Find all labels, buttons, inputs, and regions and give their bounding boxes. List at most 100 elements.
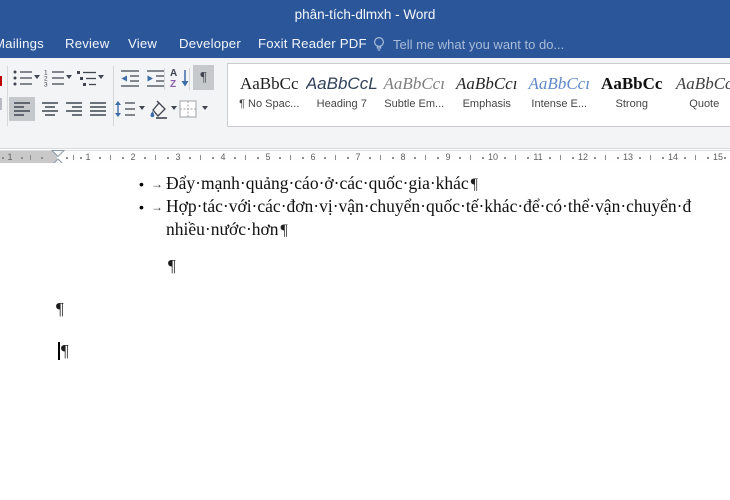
numbering-button[interactable]: 1 2 3 [44, 68, 66, 93]
align-left-button[interactable] [9, 97, 35, 121]
ruler-tick [347, 157, 349, 159]
style-item-strong[interactable]: AaBbCcStrong [596, 64, 669, 124]
ruler-number: 7 [352, 152, 364, 162]
tab-mark: → [151, 200, 163, 214]
ruler-tick [724, 157, 726, 159]
multilevel-dropdown[interactable] [98, 75, 104, 79]
style-item-subtle-em[interactable]: AaBbCcıSubtle Em... [378, 64, 451, 124]
ruler-number: 6 [307, 152, 319, 162]
ruler-tick [200, 155, 201, 160]
ruler-tick [335, 155, 336, 160]
decrease-indent-icon [119, 68, 141, 88]
bullet-marker: • [139, 176, 144, 192]
ruler-tick [650, 155, 651, 160]
horizontal-ruler: 1123456789101112131415 [0, 150, 730, 164]
shading-dropdown[interactable] [171, 106, 177, 110]
ruler-tick [99, 157, 101, 159]
align-right-icon [64, 100, 84, 118]
svg-text:3: 3 [44, 82, 48, 89]
ruler-tick [257, 157, 259, 159]
ruler-tick [155, 155, 156, 160]
style-item-emphasis[interactable]: AaBbCcıEmphasis [451, 64, 524, 124]
ruler-tick [549, 157, 551, 159]
justify-icon [88, 100, 108, 118]
ribbon-tab-row: Mailings Review View Developer Foxit Rea… [0, 30, 730, 58]
ruler-number: 12 [577, 152, 589, 162]
line-spacing-dropdown[interactable] [139, 106, 145, 110]
ruler-tick [279, 157, 281, 159]
multilevel-list-icon [76, 68, 98, 88]
divider [189, 68, 190, 90]
ruler-number: 10 [487, 152, 499, 162]
ruler-tick [167, 157, 169, 159]
doc-text: Đẩy·mạnh·quảng·cáo·ở·các·quốc·gia·khác [166, 173, 469, 193]
bullets-icon [12, 68, 34, 88]
ruler-tick [414, 157, 416, 159]
borders-dropdown[interactable] [202, 106, 208, 110]
ruler-number: 1 [4, 152, 16, 162]
sort-button[interactable]: A Z [169, 66, 191, 95]
ruler-tick [245, 155, 246, 160]
tab-foxit-reader-pdf[interactable]: Foxit Reader PDF [258, 36, 367, 51]
ruler-tick [369, 157, 371, 159]
borders-button[interactable] [178, 100, 198, 123]
shading-button[interactable] [146, 98, 170, 125]
tab-mailings[interactable]: Mailings [0, 36, 44, 51]
empty-paragraph-mark: ¶ [56, 299, 64, 319]
ruler-tick [482, 157, 484, 159]
bullets-dropdown[interactable] [34, 75, 40, 79]
ruler-number: 2 [127, 152, 139, 162]
ruler-tick [662, 157, 664, 159]
line-spacing-button[interactable] [113, 99, 137, 124]
first-line-indent-marker[interactable] [52, 151, 64, 157]
ruler-tick [470, 155, 471, 160]
shading-bucket-icon [146, 98, 170, 120]
ruler-tick [41, 157, 43, 159]
empty-paragraph-mark: ¶ [168, 256, 176, 276]
ruler-number: 9 [442, 152, 454, 162]
style-preview: AaBbCc [668, 71, 730, 97]
ruler-tick [515, 155, 516, 160]
ruler-number: 11 [532, 152, 544, 162]
text-cursor [58, 342, 60, 360]
font-group-sliver [0, 98, 2, 110]
style-item-intense-e[interactable]: AaBbCcıIntense E... [523, 64, 596, 124]
tab-mark: → [151, 177, 163, 191]
ruler-tick [572, 157, 574, 159]
style-item-quote[interactable]: AaBbCcQuote [668, 64, 730, 124]
align-right-button[interactable] [64, 100, 84, 123]
ruler-tick [617, 157, 619, 159]
ruler-number: 14 [667, 152, 679, 162]
ruler-tick [605, 155, 606, 160]
ruler-tick [290, 155, 291, 160]
numbering-dropdown[interactable] [66, 75, 72, 79]
bullets-button[interactable] [12, 68, 34, 93]
tell-me-label: Tell me what you want to do... [393, 37, 564, 52]
tab-developer[interactable]: Developer [179, 36, 241, 51]
document-page[interactable]: • → Đẩy·mạnh·quảng·cáo·ở·các·quốc·gia·kh… [0, 163, 730, 500]
pilcrow-mark: ¶ [281, 222, 288, 239]
ruler-tick [707, 157, 709, 159]
doc-text: Hợp·tác·với·các·đơn·vị·vận·chuyển·quốc·t… [166, 196, 691, 216]
ruler-tick [189, 157, 191, 159]
tell-me-box[interactable]: Tell me what you want to do... [372, 34, 564, 55]
ruler-tick [459, 157, 461, 159]
style-label: Emphasis [451, 98, 524, 110]
align-center-button[interactable] [40, 100, 60, 123]
style-label: Heading 7 [306, 98, 379, 110]
multilevel-list-button[interactable] [76, 68, 98, 93]
decrease-indent-button[interactable] [119, 68, 141, 93]
sort-icon: A Z [169, 66, 191, 90]
style-item-heading-7[interactable]: AaBbCcLHeading 7 [306, 64, 379, 124]
ruler-tick [527, 157, 529, 159]
style-preview: AaBbCcı [378, 71, 451, 97]
style-preview: AaBbCcı [523, 71, 596, 97]
style-item-no-spac[interactable]: AaBbCc¶ No Spac... [233, 64, 306, 124]
tab-review[interactable]: Review [65, 36, 109, 51]
tab-view[interactable]: View [128, 36, 157, 51]
line-spacing-icon [113, 99, 137, 119]
justify-button[interactable] [88, 100, 108, 123]
show-hide-formatting-button[interactable]: ¶ [193, 65, 214, 90]
style-label: ¶ No Spac... [233, 98, 306, 110]
ruler-number: 1 [82, 152, 94, 162]
